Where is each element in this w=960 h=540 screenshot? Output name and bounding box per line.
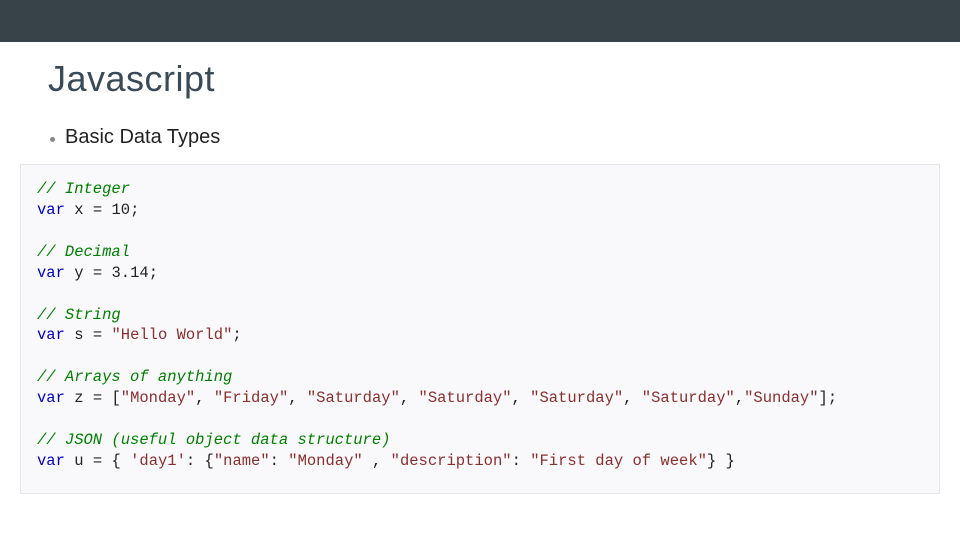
slide: Javascript Basic Data Types // Integer v…	[0, 0, 960, 540]
code-comment: // Decimal	[37, 243, 130, 261]
code-block: // Integer var x = 10; // Decimal var y …	[20, 164, 940, 494]
code-comment: // Integer	[37, 180, 130, 198]
code-comment: // Arrays of anything	[37, 368, 232, 386]
header-bar	[0, 0, 960, 42]
bullet-row: Basic Data Types	[50, 126, 220, 149]
code-keyword: var	[37, 201, 65, 219]
bullet-icon	[50, 137, 55, 142]
code-comment: // JSON (useful object data structure)	[37, 431, 390, 449]
bullet-text: Basic Data Types	[65, 126, 220, 149]
code-comment: // String	[37, 306, 121, 324]
slide-title: Javascript	[48, 58, 215, 100]
